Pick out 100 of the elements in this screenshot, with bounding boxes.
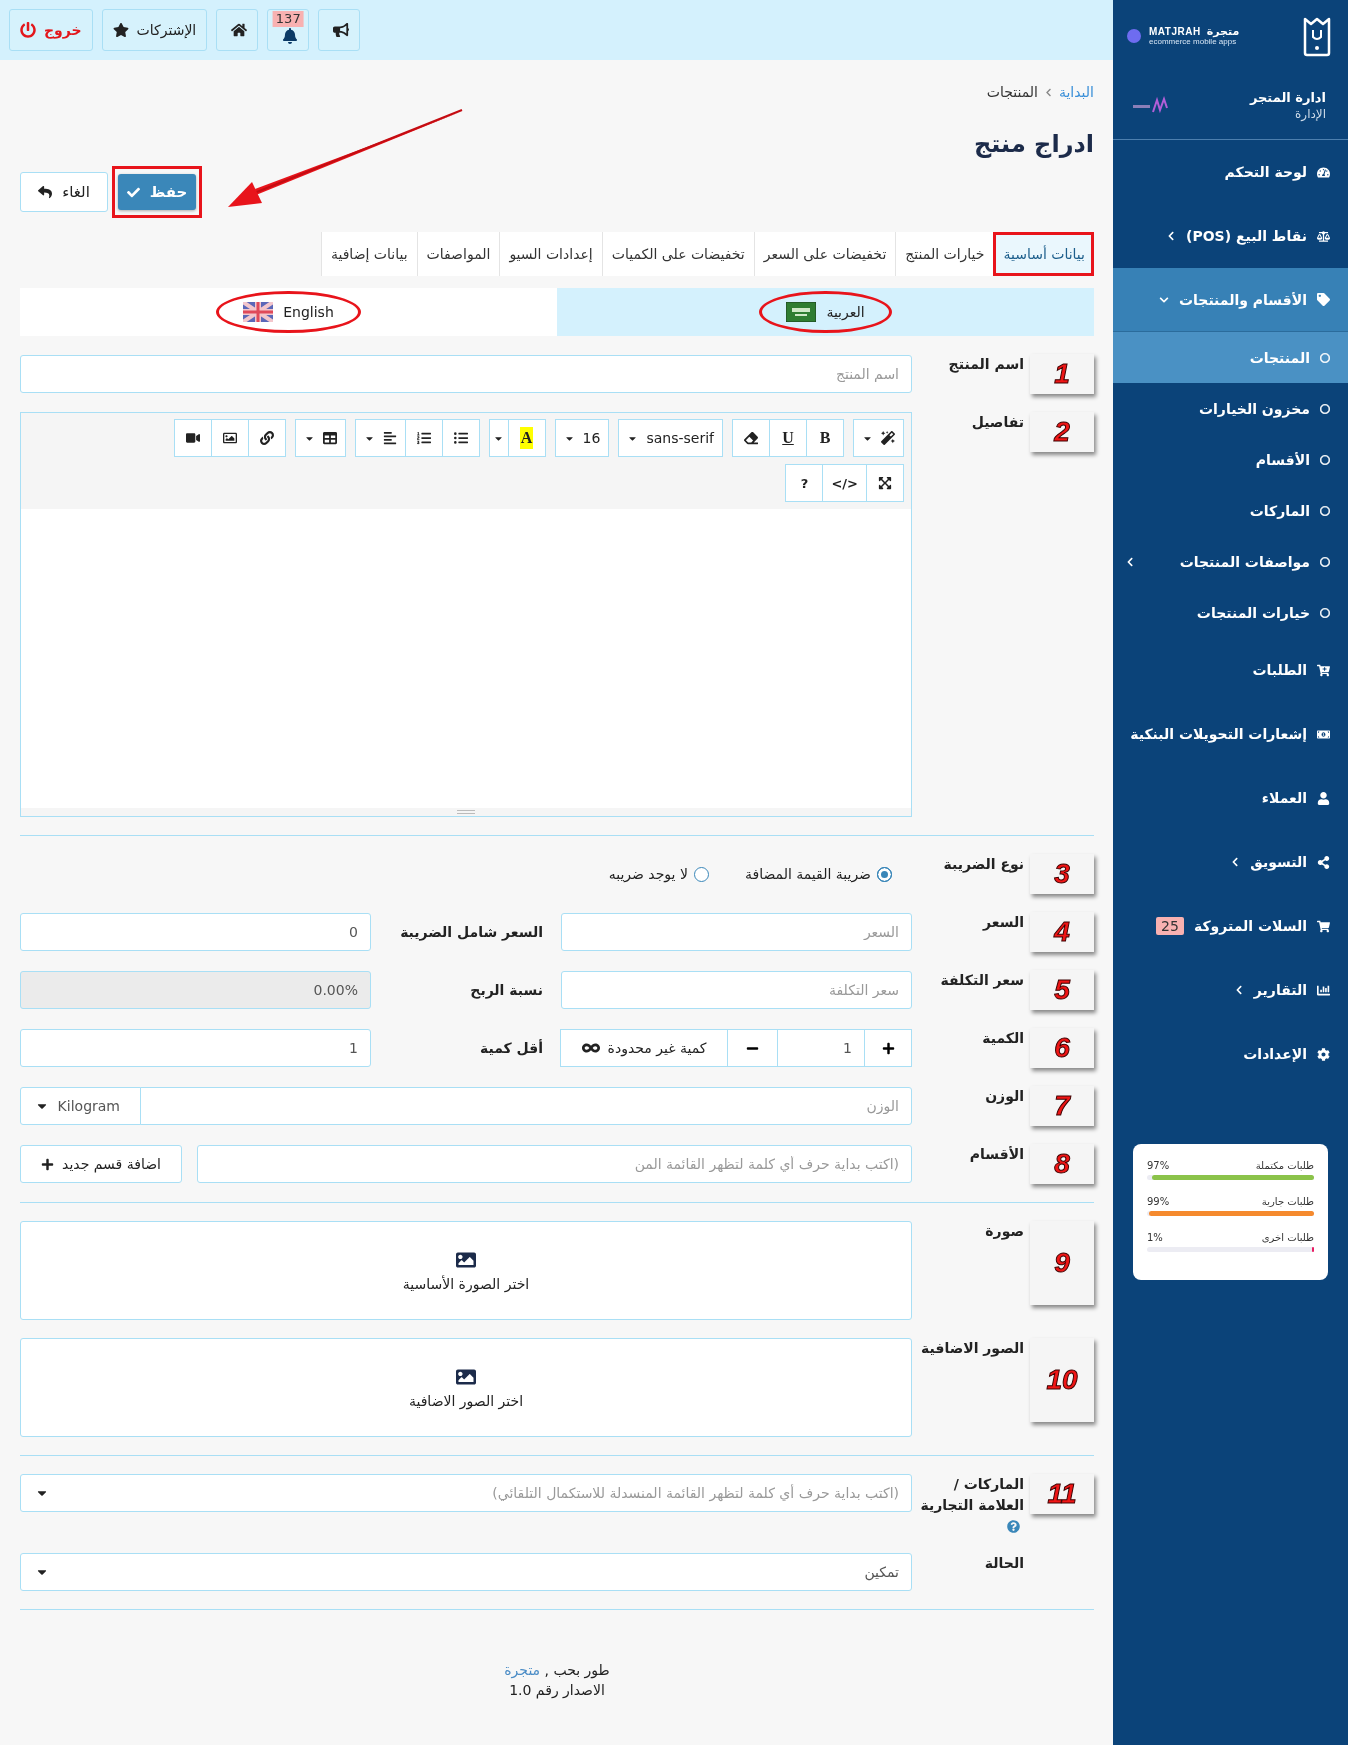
callout-number: 1 [1030, 354, 1094, 394]
image-upload[interactable]: اختر الصور الاضافية [20, 1338, 912, 1437]
logo-icon [1302, 15, 1332, 57]
nav-item[interactable]: إشعارات التحويلات البنكية [1113, 702, 1348, 766]
increment-button[interactable] [864, 1029, 912, 1067]
nav-label: الماركات [1249, 502, 1310, 519]
magic-wand-icon [881, 431, 895, 445]
nav-item[interactable]: الماركات [1113, 485, 1348, 536]
toolbar-button[interactable] [732, 419, 770, 457]
toolbar-button[interactable]: sans-serif [618, 419, 723, 457]
toolbar-button[interactable] [441, 419, 480, 457]
store-name: ادارة المتجر [1249, 90, 1326, 105]
tab[interactable]: المواصفات [416, 232, 500, 276]
numbered-list-icon [416, 431, 431, 445]
scale-icon [1317, 229, 1330, 243]
nav-item[interactable]: الأقسام [1113, 434, 1348, 485]
input-field[interactable]: السعر [561, 913, 912, 951]
toolbar-button[interactable]: </> [822, 464, 867, 502]
input-field[interactable]: سعر التكلفة [561, 971, 912, 1009]
field-label: الوزن [985, 1087, 1024, 1104]
nav-label: العملاء [1261, 790, 1307, 806]
toolbar-button[interactable] [173, 419, 212, 457]
image-upload[interactable]: اختر الصورة الأساسية [20, 1221, 912, 1320]
save-button[interactable]: حفظ [118, 174, 196, 210]
callout-number: 4 [1030, 912, 1094, 952]
input-field[interactable]: 0 [20, 913, 371, 951]
tab[interactable]: تخفيضات على الكميات [601, 232, 754, 276]
nav-item[interactable]: نقاط البيع (POS) [1113, 204, 1348, 268]
input-field[interactable]: الوزن [140, 1087, 912, 1125]
toolbar-button[interactable] [853, 419, 904, 457]
language-tab[interactable]: العربية [557, 288, 1094, 336]
share-icon [1317, 855, 1330, 869]
nav-item[interactable]: التقارير [1113, 958, 1348, 1022]
toolbar-button[interactable]: ? [785, 464, 824, 502]
tab[interactable]: إعدادات السيو [499, 232, 602, 276]
nav-item[interactable]: خيارات المنتجات [1113, 587, 1348, 638]
nav-label: السلات المتروكة [1193, 918, 1307, 934]
tab[interactable]: بيانات إضافية [320, 232, 417, 276]
home-button[interactable] [216, 9, 259, 51]
stat-label: طلبات جارية [1261, 1196, 1314, 1207]
fullscreen-icon [878, 476, 892, 490]
logout-button[interactable]: خروج [9, 9, 93, 51]
cancel-button[interactable]: الغاء [20, 172, 108, 212]
nav-item[interactable]: الإعدادات [1113, 1022, 1348, 1086]
subscriptions-button[interactable]: الإشتركات [101, 9, 208, 51]
select-field[interactable]: تمكين [20, 1553, 912, 1591]
nav-item[interactable]: العملاء [1113, 766, 1348, 830]
nav-label: الأقسام [1255, 451, 1310, 468]
language-tab[interactable]: English [20, 288, 557, 336]
callout-number: 11 [1030, 1474, 1094, 1514]
tab[interactable]: خيارات المنتج [895, 232, 994, 276]
toolbar-button[interactable] [866, 464, 904, 502]
nav-item[interactable]: الطلبات [1113, 638, 1348, 702]
announcements-button[interactable] [318, 9, 361, 51]
input-field[interactable]: اسم المنتج [20, 355, 912, 393]
unlimited-button[interactable]: كمية غير محدودة [560, 1029, 728, 1067]
gauge-icon [1317, 165, 1330, 179]
tab[interactable]: بيانات أساسية [993, 232, 1094, 276]
toolbar-button[interactable] [294, 419, 346, 457]
count-badge: 137 [272, 11, 304, 27]
nav-label: التقارير [1253, 982, 1307, 998]
radio-button[interactable] [877, 866, 892, 882]
video-icon [185, 431, 200, 445]
tab[interactable]: تخفيضات على السعر [753, 232, 896, 276]
nav-item[interactable]: الأقسام والمنتجات [1113, 268, 1348, 332]
nav-label: الطلبات [1252, 662, 1307, 678]
callout-number: 6 [1030, 1028, 1094, 1068]
notifications-button[interactable]: 137 [267, 9, 310, 51]
add-category-button[interactable]: اضافة قسم جديد [20, 1145, 182, 1183]
nav-item[interactable]: التسويق [1113, 830, 1348, 894]
toolbar-button[interactable]: U [769, 419, 807, 457]
field-label: أقل كمية [478, 1040, 544, 1056]
brand-name: متجرة [1206, 25, 1240, 38]
toolbar-button[interactable] [354, 419, 406, 457]
nav-item[interactable]: مواصفات المنتجات [1113, 536, 1348, 587]
callout-number: 7 [1030, 1086, 1094, 1126]
field-label: السعر شامل الضريبة [399, 924, 544, 940]
field-label: الحالة [984, 1554, 1024, 1571]
nav-item[interactable]: لوحة التحكم [1113, 140, 1348, 204]
nav-label: لوحة التحكم [1224, 164, 1307, 180]
toolbar-button[interactable] [210, 419, 249, 457]
nav-label: التسويق [1250, 854, 1307, 870]
toolbar-button[interactable] [247, 419, 286, 457]
toolbar-button[interactable]: A [507, 419, 546, 457]
toolbar-button[interactable] [404, 419, 443, 457]
unit-select[interactable]: Kilogram [20, 1087, 141, 1125]
resize-handle[interactable] [457, 810, 475, 814]
field-label: الأقسام [969, 1145, 1024, 1162]
toolbar-button[interactable]: B [806, 419, 844, 457]
toolbar-button[interactable]: 16 [554, 419, 610, 457]
radio-option[interactable]: لا يوجد ضريبه [608, 866, 709, 882]
breadcrumb-current: المنتجات [986, 84, 1038, 100]
quantity-field[interactable]: 1 [777, 1029, 865, 1067]
flag-icon [243, 302, 274, 322]
nav-label: إشعارات التحويلات البنكية [1130, 726, 1307, 742]
bell-icon [282, 28, 299, 44]
nav-item[interactable]: مخزون الخيارات [1113, 383, 1348, 434]
radio-button[interactable] [693, 866, 709, 882]
radio-option[interactable]: ضريبة القيمة المضافة [744, 866, 892, 882]
input-field[interactable]: 1 [20, 1029, 371, 1067]
